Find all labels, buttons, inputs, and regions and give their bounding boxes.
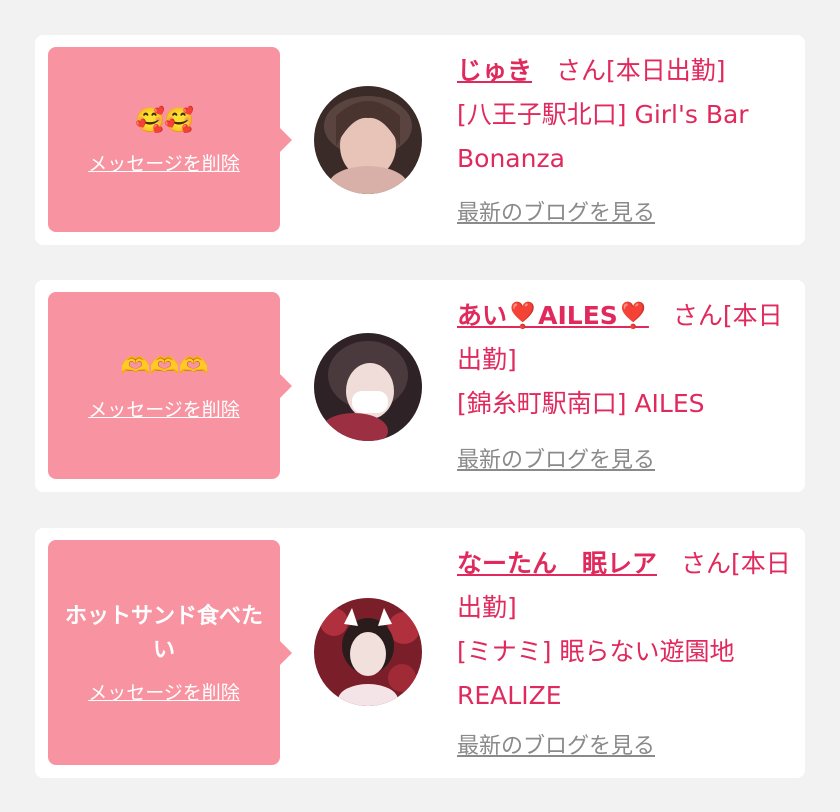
latest-blog-link[interactable]: 最新のブログを見る: [457, 442, 655, 474]
cast-name-link[interactable]: じゅき: [457, 56, 532, 85]
message-card: ホットサンド食べたい メッセージを削除 なーたん 眠レア さん[本日出勤] [ミナ…: [35, 528, 805, 778]
cast-name-link[interactable]: あい❣️AILES❣️: [457, 301, 649, 330]
delete-message-link[interactable]: メッセージを削除: [88, 149, 240, 176]
message-bubble: 🫶🫶🫶 メッセージを削除: [48, 292, 292, 479]
avatar[interactable]: [314, 598, 422, 706]
latest-blog-link[interactable]: 最新のブログを見る: [457, 195, 655, 227]
reaction-emoji: 🥰🥰: [135, 106, 194, 134]
latest-blog-link[interactable]: 最新のブログを見る: [457, 728, 655, 760]
message-card: 🥰🥰 メッセージを削除 じゅき さん[本日出勤] [八王子駅北口] Girl's …: [35, 35, 805, 245]
cast-info: じゅき さん[本日出勤] [八王子駅北口] Girl's Bar Bonanza: [457, 49, 797, 181]
message-text: ホットサンド食べたい: [64, 604, 263, 663]
message-bubble: 🥰🥰 メッセージを削除: [48, 47, 292, 232]
cast-status: さん[本日出勤]: [556, 56, 726, 85]
cast-info: あい❣️AILES❣️ さん[本日出勤] [錦糸町駅南口] AILES: [457, 294, 797, 426]
reaction-emoji: 🫶🫶🫶: [120, 352, 209, 380]
avatar[interactable]: [314, 86, 422, 194]
avatar[interactable]: [314, 333, 422, 441]
shop-name: [錦糸町駅南口] AILES: [457, 389, 705, 418]
message-card: 🫶🫶🫶 メッセージを削除 あい❣️AILES❣️ さん[本日出勤] [錦糸町駅南口…: [35, 280, 805, 492]
cast-info: なーたん 眠レア さん[本日出勤] [ミナミ] 眠らない遊園地 REALIZE: [457, 542, 797, 718]
shop-name: [ミナミ] 眠らない遊園地 REALIZE: [457, 637, 735, 710]
shop-name: [八王子駅北口] Girl's Bar Bonanza: [457, 100, 749, 173]
delete-message-link[interactable]: メッセージを削除: [88, 395, 240, 422]
cast-name-link[interactable]: なーたん 眠レア: [457, 549, 657, 578]
delete-message-link[interactable]: メッセージを削除: [88, 678, 240, 705]
message-bubble: ホットサンド食べたい メッセージを削除: [48, 540, 292, 765]
